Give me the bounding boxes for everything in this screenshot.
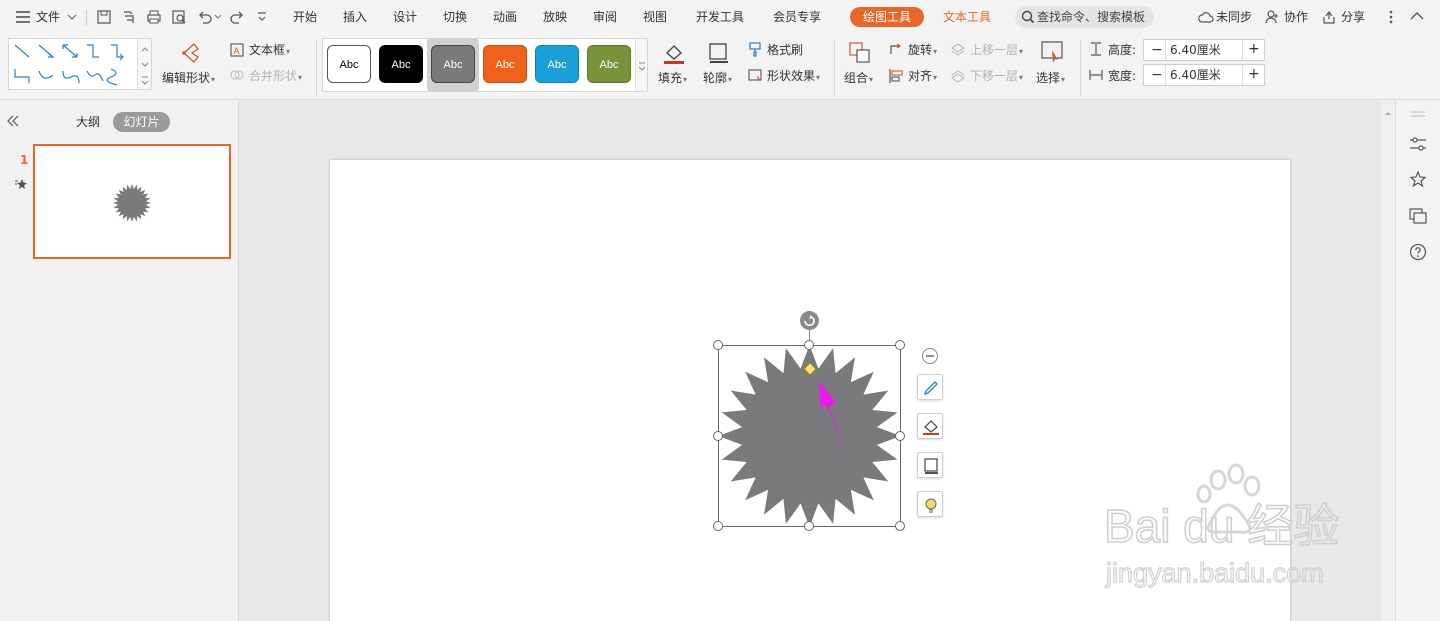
rotate-handle-icon[interactable]: [799, 310, 820, 331]
resize-handle-n[interactable]: [804, 340, 814, 350]
help-icon[interactable]: [1409, 243, 1427, 261]
resize-handle-nw[interactable]: [713, 340, 723, 350]
outline-icon: [924, 458, 938, 474]
fill-quick-button[interactable]: [917, 413, 943, 439]
lightbulb-icon: [925, 498, 937, 513]
pane-grip-icon: [1411, 111, 1425, 117]
brush-icon: [923, 381, 938, 396]
right-sidebar: [1395, 100, 1440, 621]
fill-bucket-icon: [923, 420, 939, 435]
collapse-toolbar-icon[interactable]: [921, 347, 939, 365]
watermark-url: jingyan.baidu.com: [1105, 558, 1324, 588]
resize-handle-sw[interactable]: [713, 521, 723, 531]
resize-handle-w[interactable]: [713, 431, 723, 441]
smart-suggest-button[interactable]: [917, 491, 943, 517]
shape-style-quick-button[interactable]: [917, 374, 943, 400]
watermark-brand: Bai du 经验: [1104, 500, 1339, 552]
vertical-scrollbar[interactable]: [1381, 100, 1395, 621]
outline-quick-button[interactable]: [917, 452, 943, 478]
resize-handle-ne[interactable]: [895, 340, 905, 350]
adjust-handle-icon[interactable]: [803, 362, 817, 376]
slide-transition-icon[interactable]: [1409, 207, 1427, 225]
properties-icon[interactable]: [1409, 136, 1427, 152]
resize-handle-se[interactable]: [895, 521, 905, 531]
baidu-jingyan-watermark: Bai du 经验 jingyan.baidu.com: [1103, 463, 1340, 589]
animation-icon[interactable]: [1409, 171, 1427, 189]
resize-handle-s[interactable]: [804, 521, 814, 531]
scroll-up-icon[interactable]: [1384, 110, 1392, 116]
resize-handle-e[interactable]: [895, 431, 905, 441]
